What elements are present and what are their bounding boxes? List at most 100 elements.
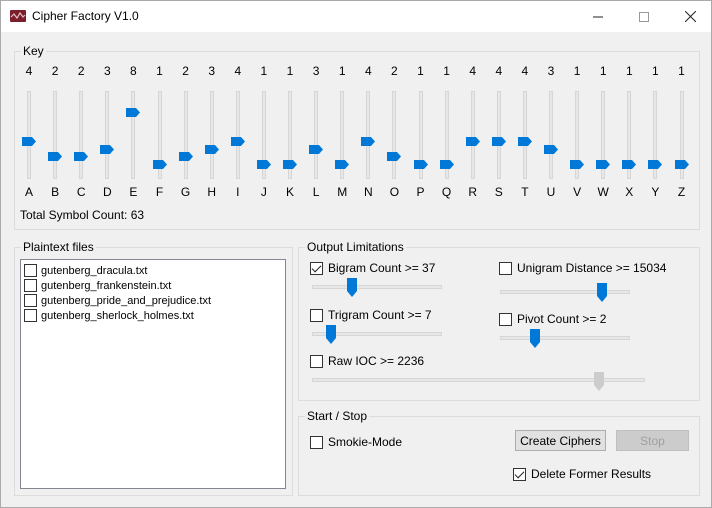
minimize-button[interactable]: [575, 1, 621, 32]
trigram-slider-thumb[interactable]: [326, 325, 336, 344]
key-slider-thumb-z[interactable]: [674, 159, 689, 169]
key-slider-track-i[interactable]: [235, 91, 240, 179]
unigram-slider-thumb[interactable]: [597, 283, 607, 302]
list-item[interactable]: gutenberg_sherlock_holmes.txt: [24, 308, 194, 323]
stop-button[interactable]: Stop: [616, 430, 689, 451]
key-slider-track-n[interactable]: [366, 91, 371, 179]
file-name: gutenberg_dracula.txt: [41, 264, 148, 277]
key-slider-thumb-a[interactable]: [22, 137, 36, 147]
trigram-checkbox[interactable]: [310, 308, 323, 322]
key-slider-track-t[interactable]: [522, 91, 527, 179]
file-checkbox[interactable]: [24, 264, 37, 277]
key-slider-thumb-m[interactable]: [335, 159, 350, 169]
key-slider-thumb-s[interactable]: [491, 137, 506, 147]
key-slider-thumb-d[interactable]: [100, 144, 115, 154]
delete-former-results-label: Delete Former Results: [531, 467, 652, 481]
file-checkbox[interactable]: [24, 279, 37, 292]
close-button[interactable]: [667, 1, 712, 32]
key-slider-track-o[interactable]: [392, 91, 397, 179]
key-slider-track-c[interactable]: [79, 91, 84, 179]
plaintext-file-list[interactable]: gutenberg_dracula.txt gutenberg_frankens…: [20, 259, 286, 489]
key-slider-thumb-c[interactable]: [74, 152, 89, 162]
file-checkbox[interactable]: [24, 294, 37, 307]
key-slider-thumb-j[interactable]: [256, 159, 271, 169]
key-slider-track-b[interactable]: [53, 91, 58, 179]
key-letter-h: H: [207, 185, 217, 199]
pivot-slider-thumb[interactable]: [530, 329, 540, 348]
window-title: Cipher Factory V1.0: [32, 9, 139, 23]
raw-ioc-option[interactable]: Raw IOC >= 2236: [310, 354, 424, 368]
key-count-o: 2: [391, 64, 398, 78]
list-item[interactable]: gutenberg_pride_and_prejudice.txt: [24, 293, 211, 308]
key-count-k: 1: [286, 64, 294, 78]
key-letter-d: D: [102, 185, 112, 199]
key-slider-track-r[interactable]: [470, 91, 475, 179]
pivot-label: Pivot Count >= 2: [517, 312, 607, 326]
key-count-y: 1: [652, 64, 659, 78]
key-slider-thumb-q[interactable]: [439, 159, 454, 169]
key-slider-thumb-o[interactable]: [387, 152, 402, 162]
unigram-option[interactable]: Unigram Distance >= 15034: [499, 261, 666, 275]
key-slider-track-s[interactable]: [496, 91, 501, 179]
key-slider-track-d[interactable]: [105, 91, 110, 179]
raw-ioc-slider-thumb[interactable]: [594, 372, 604, 391]
key-slider-thumb-w[interactable]: [596, 159, 611, 169]
key-slider-thumb-e[interactable]: [126, 107, 141, 117]
bigram-slider-thumb[interactable]: [347, 278, 357, 297]
maximize-button[interactable]: [621, 1, 667, 32]
bigram-option[interactable]: Bigram Count >= 37: [310, 261, 435, 275]
key-count-n: 4: [364, 64, 372, 78]
key-slider-thumb-t[interactable]: [517, 137, 532, 147]
key-slider-thumb-x[interactable]: [622, 159, 637, 169]
output-limitations-label: Output Limitations: [305, 240, 406, 254]
key-slider-track-h[interactable]: [209, 91, 214, 179]
key-count-g: 2: [182, 64, 189, 78]
bigram-checkbox[interactable]: [310, 261, 323, 275]
unigram-checkbox[interactable]: [499, 261, 512, 275]
key-count-l: 3: [312, 64, 320, 78]
delete-former-results-option[interactable]: Delete Former Results: [513, 467, 651, 481]
key-slider-thumb-u[interactable]: [544, 144, 558, 154]
key-slider-thumb-h[interactable]: [204, 144, 219, 154]
key-letter-a: A: [24, 185, 33, 199]
key-slider-thumb-k[interactable]: [283, 159, 297, 169]
create-ciphers-button[interactable]: Create Ciphers: [515, 430, 606, 451]
raw-ioc-checkbox[interactable]: [310, 354, 323, 368]
key-slider-thumb-g[interactable]: [178, 152, 193, 162]
bigram-slider-track[interactable]: [312, 285, 442, 289]
key-slider-thumb-f[interactable]: [152, 159, 167, 169]
key-slider-thumb-y[interactable]: [648, 159, 663, 169]
trigram-option[interactable]: Trigram Count >= 7: [310, 308, 432, 322]
key-slider-thumb-l[interactable]: [309, 144, 324, 154]
pivot-option[interactable]: Pivot Count >= 2: [499, 312, 606, 326]
key-count-f: 1: [156, 64, 163, 78]
key-count-m: 1: [338, 64, 346, 78]
key-letter-j: J: [260, 185, 267, 199]
pivot-slider-track[interactable]: [500, 336, 630, 340]
key-slider-thumb-b[interactable]: [48, 152, 63, 162]
key-count-p: 1: [417, 64, 424, 78]
smokie-mode-checkbox[interactable]: [310, 435, 323, 449]
unigram-slider-track[interactable]: [500, 290, 630, 294]
list-item[interactable]: gutenberg_frankenstein.txt: [24, 278, 171, 293]
pivot-checkbox[interactable]: [499, 312, 512, 326]
key-slider-thumb-p[interactable]: [413, 159, 428, 169]
smokie-mode-label: Smokie-Mode: [328, 435, 403, 449]
key-slider-track-u[interactable]: [549, 91, 553, 179]
key-letter-p: P: [416, 185, 425, 199]
list-item[interactable]: gutenberg_dracula.txt: [24, 263, 147, 278]
key-letter-t: T: [521, 185, 529, 199]
delete-former-results-checkbox[interactable]: [513, 467, 526, 481]
key-letter-n: N: [363, 185, 373, 199]
key-slider-track-l[interactable]: [314, 91, 319, 179]
key-slider-thumb-i[interactable]: [230, 137, 245, 147]
key-slider-track-a[interactable]: [27, 91, 31, 179]
smokie-mode-option[interactable]: Smokie-Mode: [310, 435, 402, 449]
key-count-w: 1: [599, 64, 607, 78]
file-checkbox[interactable]: [24, 309, 37, 322]
key-slider-thumb-n[interactable]: [361, 137, 376, 147]
key-slider-track-g[interactable]: [183, 91, 188, 179]
key-slider-thumb-v[interactable]: [570, 159, 585, 169]
key-slider-track-e[interactable]: [131, 91, 136, 179]
key-slider-thumb-r[interactable]: [465, 137, 480, 147]
